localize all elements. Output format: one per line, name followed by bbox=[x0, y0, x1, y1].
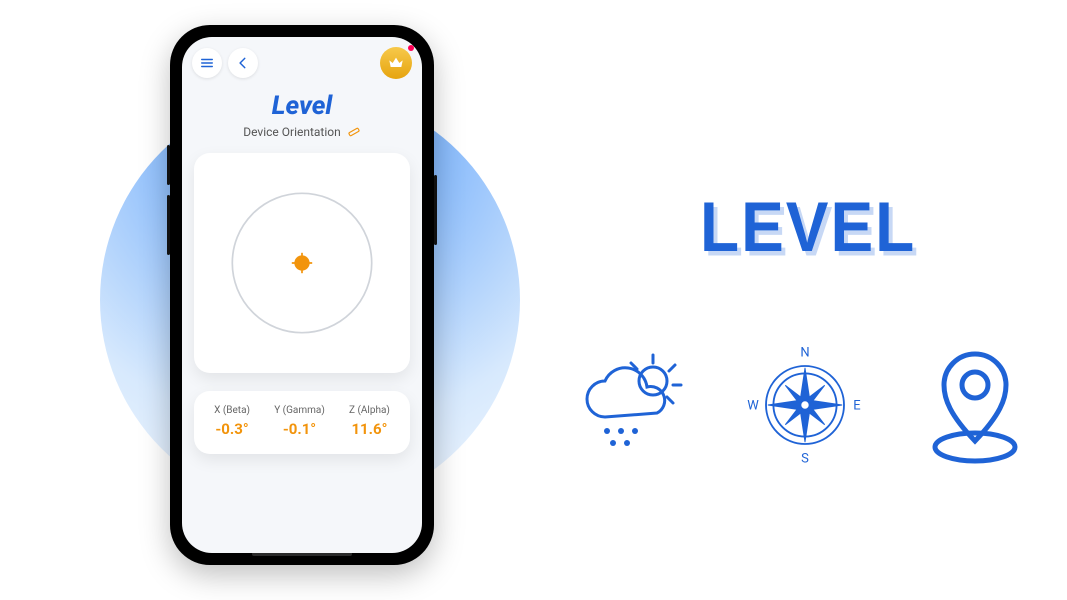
premium-button[interactable] bbox=[380, 47, 412, 79]
svg-text:W: W bbox=[747, 399, 759, 414]
page-subtitle: Device Orientation bbox=[243, 125, 341, 139]
menu-icon bbox=[200, 56, 214, 70]
reading-x-label: X (Beta) bbox=[214, 405, 250, 416]
reading-x-value: -0.3° bbox=[214, 420, 250, 438]
reading-y: Y (Gamma) -0.1° bbox=[274, 405, 325, 438]
svg-text:N: N bbox=[800, 346, 809, 361]
ruler-icon bbox=[347, 125, 361, 139]
level-visualizer bbox=[194, 153, 410, 373]
orientation-readings: X (Beta) -0.3° Y (Gamma) -0.1° Z (Alpha)… bbox=[194, 391, 410, 454]
back-arrow-icon bbox=[236, 56, 250, 70]
bubble-level-icon bbox=[217, 178, 387, 348]
reading-z-label: Z (Alpha) bbox=[349, 405, 390, 416]
location-pin-icon bbox=[910, 340, 1040, 470]
svg-text:S: S bbox=[801, 452, 809, 467]
marketing-headline: LEVEL bbox=[700, 186, 916, 267]
compass-icon: N S E W bbox=[740, 340, 870, 470]
back-button[interactable] bbox=[228, 48, 258, 78]
menu-button[interactable] bbox=[192, 48, 222, 78]
crown-icon bbox=[388, 55, 404, 71]
reading-z: Z (Alpha) 11.6° bbox=[349, 405, 390, 438]
reading-y-label: Y (Gamma) bbox=[274, 405, 325, 416]
reading-y-value: -0.1° bbox=[274, 420, 325, 438]
svg-text:E: E bbox=[853, 399, 860, 414]
notification-dot-icon bbox=[408, 45, 414, 51]
weather-icon bbox=[570, 340, 700, 470]
reading-x: X (Beta) -0.3° bbox=[214, 405, 250, 438]
feature-icons: N S E W bbox=[570, 340, 1040, 470]
phone-mockup: Level Device Orientation X (Beta) -0.3° bbox=[170, 25, 434, 565]
app-screen: Level Device Orientation X (Beta) -0.3° bbox=[182, 37, 422, 553]
reading-z-value: 11.6° bbox=[349, 420, 390, 438]
page-title: Level bbox=[182, 91, 422, 121]
